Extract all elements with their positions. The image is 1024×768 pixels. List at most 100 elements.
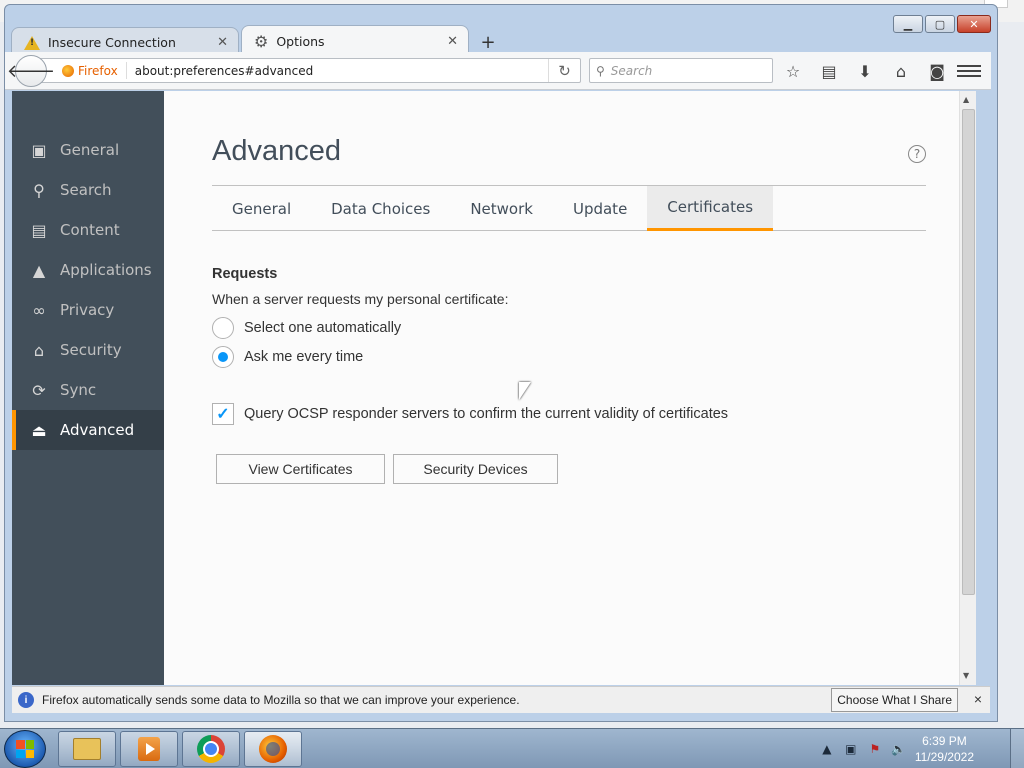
security-devices-button[interactable]: Security Devices bbox=[393, 454, 558, 484]
reload-icon[interactable]: ↻ bbox=[548, 59, 580, 82]
sidebar-item-advanced[interactable]: ⏏ Advanced bbox=[12, 410, 164, 450]
close-window-button[interactable]: ✕ bbox=[957, 15, 991, 33]
sidebar-item-label: Search bbox=[60, 181, 112, 199]
scrollbar-thumb[interactable] bbox=[962, 109, 975, 595]
volume-icon[interactable]: 🔈 bbox=[891, 742, 907, 756]
hamburger-menu-icon[interactable] bbox=[957, 60, 981, 82]
scroll-down-arrow-icon[interactable]: ▼ bbox=[963, 671, 969, 680]
clock-time: 6:39 PM bbox=[922, 734, 967, 748]
checkmark-icon[interactable]: ✓ bbox=[212, 403, 234, 425]
search-placeholder: Search bbox=[610, 63, 653, 78]
search-icon: ⚲ bbox=[33, 180, 45, 200]
sidebar-item-content[interactable]: ▤ Content bbox=[12, 210, 164, 250]
firefox-icon bbox=[259, 735, 287, 763]
scroll-up-arrow-icon[interactable]: ▲ bbox=[963, 95, 969, 104]
search-input[interactable]: ⚲ Search bbox=[589, 58, 773, 83]
wizard-icon: ⏏ bbox=[31, 420, 47, 440]
ocsp-checkbox-row[interactable]: ✓ Query OCSP responder servers to confir… bbox=[212, 403, 728, 425]
sync-icon: ⟳ bbox=[32, 380, 46, 400]
view-certificates-button[interactable]: View Certificates bbox=[216, 454, 385, 484]
url-bar[interactable]: Firefox about:preferences#advanced ↻ bbox=[31, 58, 581, 83]
pocket-icon[interactable]: ◙ bbox=[925, 60, 949, 82]
network-icon[interactable]: ▣ bbox=[843, 742, 859, 756]
sidebar-item-security[interactable]: ⌂ Security bbox=[12, 330, 164, 370]
radio-select-automatically[interactable]: Select one automatically bbox=[212, 317, 401, 339]
clock-date: 11/29/2022 bbox=[914, 750, 974, 764]
sidebar-item-applications[interactable]: ▲ Applications bbox=[12, 250, 164, 290]
windows-taskbar: ▲ ▣ ⚑ 🔈 6:39 PM 11/29/2022 bbox=[0, 728, 1024, 768]
advanced-subtabs: General Data Choices Network Update Cert… bbox=[212, 185, 926, 231]
vertical-scrollbar[interactable]: ▲ ▼ bbox=[959, 91, 976, 685]
taskbar-firefox[interactable] bbox=[244, 731, 302, 767]
general-icon: ▣ bbox=[31, 140, 47, 160]
action-center-flag-icon[interactable]: ⚑ bbox=[867, 742, 883, 756]
media-player-icon bbox=[138, 737, 160, 761]
identity-label: Firefox bbox=[78, 63, 118, 78]
page-title: Advanced bbox=[212, 135, 341, 167]
window-controls: ▁ ▢ ✕ bbox=[893, 15, 991, 33]
radio-button[interactable] bbox=[212, 317, 234, 339]
taskbar-explorer[interactable] bbox=[58, 731, 116, 767]
system-tray: ▲ ▣ ⚑ 🔈 6:39 PM 11/29/2022 bbox=[819, 729, 974, 768]
content-icon: ▤ bbox=[31, 220, 47, 240]
magnifier-icon: ⚲ bbox=[596, 63, 605, 78]
radio-label[interactable]: Select one automatically bbox=[244, 320, 401, 336]
mouse-cursor-icon bbox=[519, 382, 531, 400]
info-icon: i bbox=[18, 692, 34, 708]
home-icon[interactable]: ⌂ bbox=[889, 60, 913, 82]
sidebar-item-label: Content bbox=[60, 221, 120, 239]
sidebar-item-search[interactable]: ⚲ Search bbox=[12, 170, 164, 210]
sidebar-item-general[interactable]: ▣ General bbox=[12, 130, 164, 170]
requests-heading: Requests bbox=[212, 266, 278, 282]
arrow-left-icon: 🡐 bbox=[6, 60, 56, 82]
url-text[interactable]: about:preferences#advanced bbox=[135, 64, 314, 78]
bookmark-star-icon[interactable]: ☆ bbox=[781, 60, 805, 82]
radio-ask-every-time[interactable]: Ask me every time bbox=[212, 346, 363, 368]
sidebar-item-privacy[interactable]: ∞ Privacy bbox=[12, 290, 164, 330]
help-icon[interactable]: ? bbox=[908, 145, 926, 163]
radio-label[interactable]: Ask me every time bbox=[244, 349, 363, 365]
taskbar-chrome[interactable] bbox=[182, 731, 240, 767]
downloads-icon[interactable]: ⬇ bbox=[853, 60, 877, 82]
warning-icon bbox=[24, 35, 40, 50]
start-button[interactable] bbox=[4, 730, 46, 768]
folder-icon bbox=[73, 738, 101, 760]
preferences-sidebar: ▣ General ⚲ Search ▤ Content ▲ Applicati… bbox=[12, 91, 164, 685]
identity-box[interactable]: Firefox bbox=[62, 62, 127, 79]
close-notification-icon[interactable]: × bbox=[974, 691, 982, 707]
show-desktop-button[interactable] bbox=[1010, 729, 1024, 768]
minimize-button[interactable]: ▁ bbox=[893, 15, 923, 33]
taskbar-media-player[interactable] bbox=[120, 731, 178, 767]
navigation-toolbar: Firefox about:preferences#advanced ↻ 🡐 ⚲… bbox=[5, 52, 991, 90]
preferences-page: ▣ General ⚲ Search ▤ Content ▲ Applicati… bbox=[12, 91, 976, 685]
close-tab-icon[interactable]: ✕ bbox=[217, 35, 228, 50]
sidebar-item-label: Sync bbox=[60, 381, 97, 399]
lock-icon: ⌂ bbox=[33, 340, 45, 360]
tab-certificates[interactable]: Certificates bbox=[647, 186, 774, 231]
maximize-button[interactable]: ▢ bbox=[925, 15, 955, 33]
show-hidden-icons-icon[interactable]: ▲ bbox=[819, 742, 835, 756]
sidebar-item-label: Advanced bbox=[60, 421, 135, 439]
bookmarks-menu-icon[interactable]: ▤ bbox=[817, 60, 841, 82]
gear-icon: ⚙ bbox=[254, 32, 269, 51]
clock[interactable]: 6:39 PM 11/29/2022 bbox=[915, 733, 974, 765]
tab-data-choices[interactable]: Data Choices bbox=[311, 186, 450, 231]
tab-title: Options bbox=[276, 34, 325, 49]
tab-general[interactable]: General bbox=[212, 186, 311, 231]
choose-what-i-share-button[interactable]: Choose What I Share bbox=[831, 688, 958, 712]
sidebar-item-label: Applications bbox=[60, 261, 152, 279]
tab-update[interactable]: Update bbox=[553, 186, 647, 231]
checkbox-label[interactable]: Query OCSP responder servers to confirm … bbox=[244, 406, 728, 422]
rocket-icon: ▲ bbox=[32, 260, 46, 280]
radio-button[interactable] bbox=[212, 346, 234, 368]
firefox-icon bbox=[62, 64, 74, 77]
sidebar-item-label: Privacy bbox=[60, 301, 115, 319]
tab-network[interactable]: Network bbox=[450, 186, 553, 231]
sidebar-item-sync[interactable]: ⟳ Sync bbox=[12, 370, 164, 410]
sidebar-item-label: General bbox=[60, 141, 120, 159]
back-button[interactable]: 🡐 bbox=[7, 55, 55, 87]
tab-title: Insecure Connection bbox=[48, 35, 176, 50]
sidebar-item-label: Security bbox=[60, 341, 122, 359]
close-tab-icon[interactable]: ✕ bbox=[447, 34, 458, 49]
notification-message: Firefox automatically sends some data to… bbox=[42, 693, 520, 707]
